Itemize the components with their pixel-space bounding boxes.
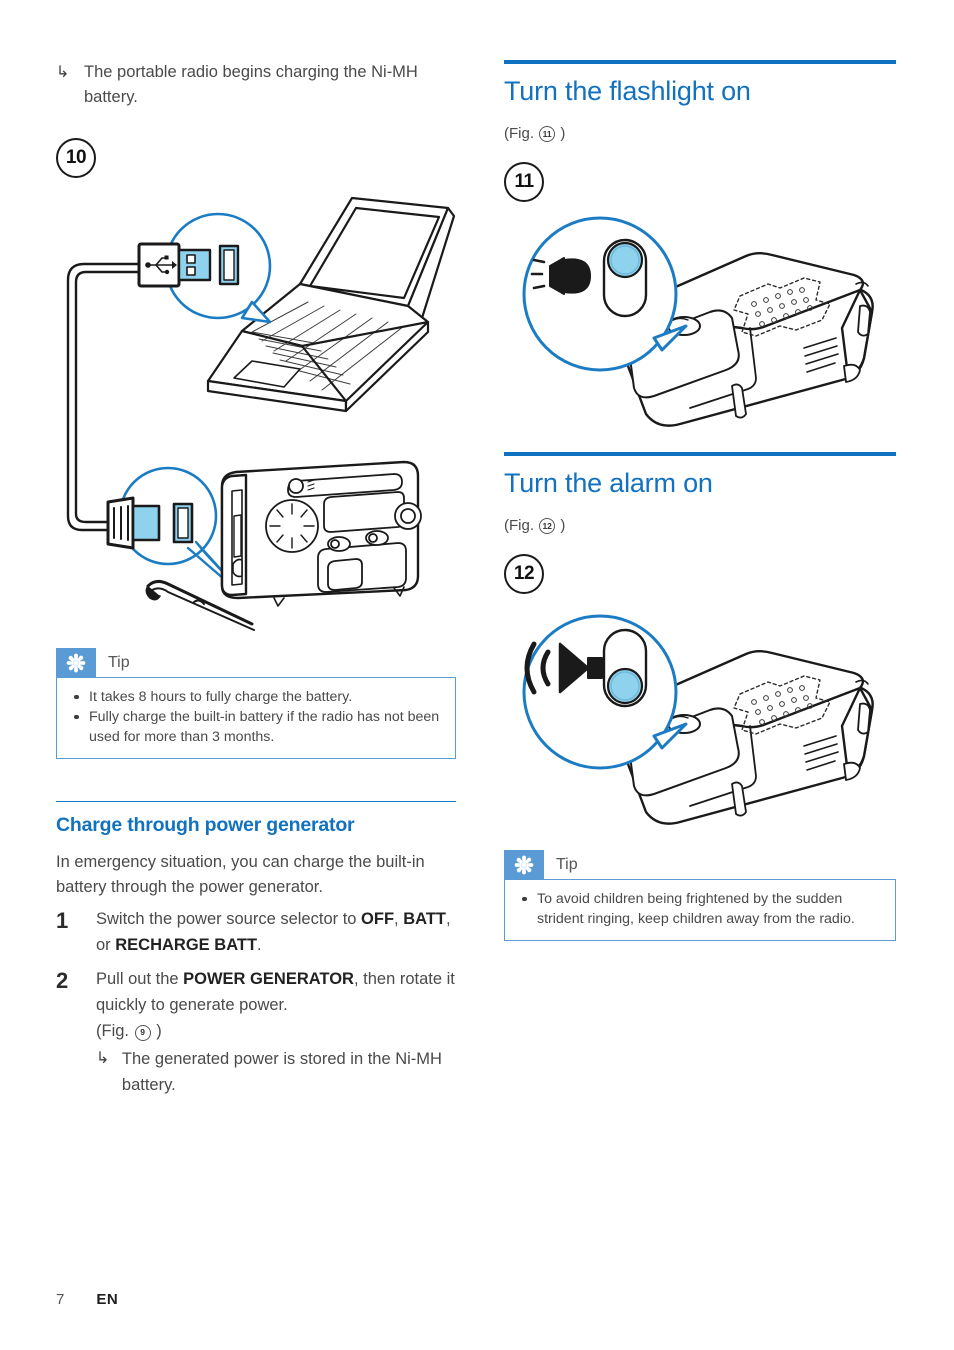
figref-circled-number: 11 [539, 126, 556, 143]
step-text: Pull out the POWER GENERATOR, then rotat… [96, 966, 456, 1018]
step-seg: Pull out the [96, 970, 184, 989]
figref-circled-number: 12 [539, 518, 556, 535]
subsection-intro: In emergency situation, you can charge t… [56, 853, 425, 897]
section-turn-flashlight-on: Turn the flashlight on (Fig. 11 ) 11 [504, 60, 896, 438]
step-number: 2 [56, 968, 69, 994]
figure-11-label: 11 [504, 162, 544, 202]
step-seg: . [257, 936, 262, 955]
figref-prefix: (Fig. [96, 1022, 129, 1041]
figref-prefix: (Fig. [504, 125, 534, 142]
figref-circled-number: 9 [134, 1024, 151, 1041]
page-language: EN [96, 1291, 119, 1308]
tip-label: Tip [556, 856, 578, 873]
result-note: ↳ The portable radio begins charging the… [56, 60, 456, 110]
step-seg-bold: OFF [361, 910, 395, 929]
tip-header: Tip [504, 850, 896, 880]
figure-12-illustration [504, 600, 896, 838]
figref-suffix: ) [560, 125, 566, 142]
figure-11-illustration [504, 208, 896, 438]
figure-10-label-wrap: 10 [56, 138, 456, 178]
tip-header: Tip [56, 648, 456, 678]
figure-11-label-wrap: 11 [504, 162, 896, 202]
figure-10-label: 10 [56, 138, 96, 178]
tip-list: It takes 8 hours to fully charge the bat… [71, 687, 441, 747]
left-column: ↳ The portable radio begins charging the… [56, 60, 456, 1098]
right-column: Turn the flashlight on (Fig. 11 ) 11 Tur… [504, 60, 896, 941]
page-footer: 7 EN [56, 1291, 118, 1308]
asterisk-icon [504, 850, 544, 880]
step-seg: Switch the power source selector to [96, 910, 362, 929]
subsection-rule [56, 801, 456, 803]
figref-prefix: (Fig. [504, 517, 534, 534]
tip-box-alarm: Tip To avoid children being frightened b… [504, 850, 896, 941]
step-figure-reference: (Fig. 9 ) [96, 1018, 456, 1044]
page-number: 7 [56, 1291, 65, 1308]
figure-12-label-wrap: 12 [504, 554, 896, 594]
step-text: Switch the power source selector to OFF,… [96, 906, 456, 958]
tip-body: It takes 8 hours to fully charge the bat… [56, 677, 456, 759]
step-seg: , [394, 910, 404, 929]
result-arrow-icon: ↳ [96, 1050, 110, 1068]
step-result: ↳ The generated power is stored in the N… [96, 1046, 456, 1098]
result-arrow-icon: ↳ [56, 64, 70, 81]
step-seg-bold: POWER GENERATOR [183, 970, 354, 989]
figure-12-label: 12 [504, 554, 544, 594]
list-item: Fully charge the built-in battery if the… [71, 707, 441, 747]
figure-10-illustration [56, 186, 456, 646]
step-number: 1 [56, 908, 69, 934]
subsection-title: Charge through power generator [56, 814, 355, 837]
figure-reference-flashlight: (Fig. 11 ) [504, 124, 896, 144]
section-turn-alarm-on: Turn the alarm on (Fig. 12 ) 12 Tip To a… [504, 452, 896, 941]
step-seg-bold: RECHARGE BATT [115, 936, 258, 955]
tip-list: To avoid children being frightened by th… [519, 889, 881, 929]
step-seg-bold: BATT [403, 910, 446, 929]
subsection-charge-generator: Charge through power generator In emerge… [56, 801, 456, 1098]
result-note-text: The portable radio begins charging the N… [84, 63, 418, 106]
page-title-alarm: Turn the alarm on [504, 468, 713, 498]
step-result-text: The generated power is stored in the Ni-… [121, 1050, 442, 1095]
tip-label: Tip [108, 654, 130, 671]
tip-box-charging: Tip It takes 8 hours to fully charge the… [56, 648, 456, 759]
figref-suffix: ) [560, 517, 566, 534]
step-item: 1 Switch the power source selector to OF… [56, 906, 456, 958]
section-rule [504, 452, 896, 456]
list-item: It takes 8 hours to fully charge the bat… [71, 687, 441, 707]
document-page: ↳ The portable radio begins charging the… [0, 0, 954, 1350]
tip-body: To avoid children being frightened by th… [504, 879, 896, 941]
figref-suffix: ) [156, 1022, 162, 1041]
section-rule [504, 60, 896, 64]
list-item: To avoid children being frightened by th… [519, 889, 881, 929]
figure-reference-alarm: (Fig. 12 ) [504, 516, 896, 536]
page-title-flashlight: Turn the flashlight on [504, 76, 751, 106]
asterisk-icon [56, 648, 96, 678]
step-item: 2 Pull out the POWER GENERATOR, then rot… [56, 966, 456, 1098]
